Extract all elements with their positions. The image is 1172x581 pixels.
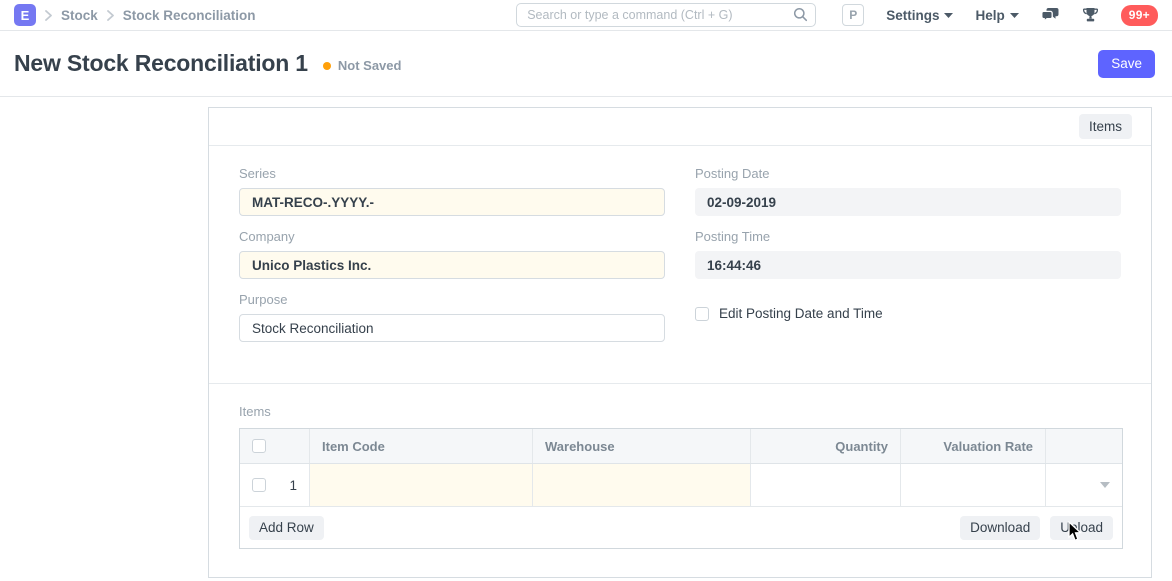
header-warehouse: Warehouse bbox=[533, 429, 751, 463]
help-menu[interactable]: Help bbox=[975, 8, 1018, 23]
table-row: 1 bbox=[240, 464, 1122, 507]
purpose-label: Purpose bbox=[239, 292, 665, 307]
header-quantity: Quantity bbox=[751, 429, 901, 463]
company-field: Company bbox=[239, 229, 665, 279]
status-text: Not Saved bbox=[338, 58, 402, 73]
company-input[interactable] bbox=[239, 251, 665, 279]
row-actions-cell bbox=[1046, 464, 1122, 506]
posting-time-value: 16:44:46 bbox=[695, 251, 1121, 279]
company-label: Company bbox=[239, 229, 665, 244]
form-tab-row: Items bbox=[209, 108, 1151, 146]
edit-posting-checkbox-row[interactable]: Edit Posting Date and Time bbox=[695, 306, 1121, 321]
posting-date-label: Posting Date bbox=[695, 166, 1121, 181]
details-section: Series Company Purpose Stock Reconciliat… bbox=[209, 146, 1151, 384]
edit-posting-checkbox[interactable] bbox=[695, 307, 709, 321]
form-card: Items Series Company Purpose Stock Recon… bbox=[208, 107, 1152, 578]
series-field: Series bbox=[239, 166, 665, 216]
download-button[interactable]: Download bbox=[960, 516, 1040, 540]
chevron-right-icon bbox=[45, 10, 52, 21]
items-section-label: Items bbox=[239, 404, 1121, 419]
posting-time-field: Posting Time 16:44:46 bbox=[695, 229, 1121, 279]
save-button[interactable]: Save bbox=[1098, 50, 1155, 78]
series-label: Series bbox=[239, 166, 665, 181]
posting-date-value: 02-09-2019 bbox=[695, 188, 1121, 216]
edit-posting-label: Edit Posting Date and Time bbox=[719, 306, 883, 321]
purpose-select[interactable]: Stock Reconciliation bbox=[239, 314, 665, 342]
notifications-badge[interactable]: 99+ bbox=[1121, 5, 1158, 26]
posting-date-field: Posting Date 02-09-2019 bbox=[695, 166, 1121, 216]
settings-label: Settings bbox=[886, 8, 939, 23]
row-checkbox[interactable] bbox=[252, 478, 266, 492]
chevron-down-icon bbox=[1010, 13, 1019, 18]
header-item-code: Item Code bbox=[310, 429, 533, 463]
row-select-cell: 1 bbox=[240, 464, 310, 506]
upload-button[interactable]: Upload bbox=[1050, 516, 1113, 540]
user-avatar[interactable]: P bbox=[842, 4, 864, 26]
page-title: New Stock Reconciliation 1 bbox=[14, 50, 308, 77]
breadcrumb-stock[interactable]: Stock bbox=[61, 8, 98, 23]
search-input[interactable] bbox=[516, 3, 816, 27]
add-row-button[interactable]: Add Row bbox=[249, 516, 324, 540]
row-expand-caret-icon[interactable] bbox=[1100, 482, 1110, 488]
help-label: Help bbox=[975, 8, 1004, 23]
details-right-column: Posting Date 02-09-2019 Posting Time 16:… bbox=[695, 166, 1121, 383]
header-select-cell bbox=[240, 429, 310, 463]
warehouse-cell[interactable] bbox=[533, 464, 751, 506]
row-index: 1 bbox=[289, 478, 297, 493]
items-section: Items Item Code Warehouse Quantity Valua… bbox=[209, 384, 1151, 549]
quantity-cell[interactable] bbox=[751, 464, 901, 506]
tab-items[interactable]: Items bbox=[1079, 114, 1132, 139]
navbar: E Stock Stock Reconciliation P Settings … bbox=[0, 0, 1172, 31]
breadcrumb-stock-reconciliation[interactable]: Stock Reconciliation bbox=[123, 8, 256, 23]
items-grid-header: Item Code Warehouse Quantity Valuation R… bbox=[240, 429, 1122, 464]
settings-menu[interactable]: Settings bbox=[886, 8, 953, 23]
app-logo[interactable]: E bbox=[14, 4, 36, 26]
items-grid: Item Code Warehouse Quantity Valuation R… bbox=[239, 428, 1123, 549]
global-search bbox=[516, 3, 816, 27]
select-all-checkbox[interactable] bbox=[252, 439, 266, 453]
trophy-icon[interactable] bbox=[1082, 7, 1099, 23]
items-grid-footer: Add Row Download Upload bbox=[240, 507, 1122, 548]
header-valuation-rate: Valuation Rate bbox=[901, 429, 1046, 463]
chevron-down-icon bbox=[944, 13, 953, 18]
valuation-rate-cell[interactable] bbox=[901, 464, 1046, 506]
status-dot-icon bbox=[323, 62, 331, 70]
navbar-right: P Settings Help 99+ bbox=[842, 4, 1158, 26]
purpose-field: Purpose Stock Reconciliation bbox=[239, 292, 665, 342]
chevron-right-icon bbox=[107, 10, 114, 21]
series-input[interactable] bbox=[239, 188, 665, 216]
search-icon bbox=[793, 7, 808, 25]
status-indicator: Not Saved bbox=[323, 58, 402, 73]
header-actions bbox=[1046, 429, 1122, 463]
page-head: New Stock Reconciliation 1 Not Saved Sav… bbox=[0, 31, 1172, 97]
chat-icon[interactable] bbox=[1041, 7, 1060, 23]
posting-time-label: Posting Time bbox=[695, 229, 1121, 244]
item-code-cell[interactable] bbox=[310, 464, 533, 506]
details-left-column: Series Company Purpose Stock Reconciliat… bbox=[239, 166, 665, 383]
